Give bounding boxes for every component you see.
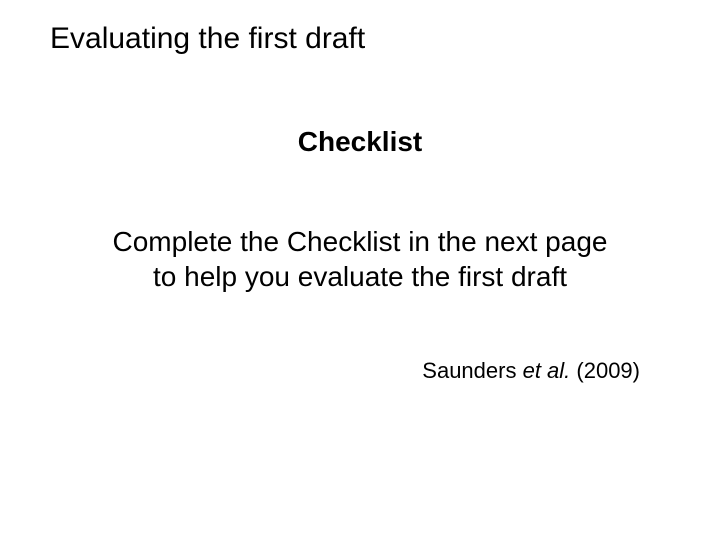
slide-subtitle: Checklist: [0, 126, 720, 158]
slide: Evaluating the first draft Checklist Com…: [0, 0, 720, 540]
body-line-1: Complete the Checklist in the next page: [0, 224, 720, 259]
slide-title: Evaluating the first draft: [50, 22, 365, 56]
citation: Saunders et al. (2009): [422, 358, 640, 384]
citation-year: (2009): [570, 358, 640, 383]
citation-author: Saunders: [422, 358, 522, 383]
slide-body: Complete the Checklist in the next page …: [0, 224, 720, 294]
body-line-2: to help you evaluate the first draft: [0, 259, 720, 294]
citation-etal: et al.: [523, 358, 571, 383]
